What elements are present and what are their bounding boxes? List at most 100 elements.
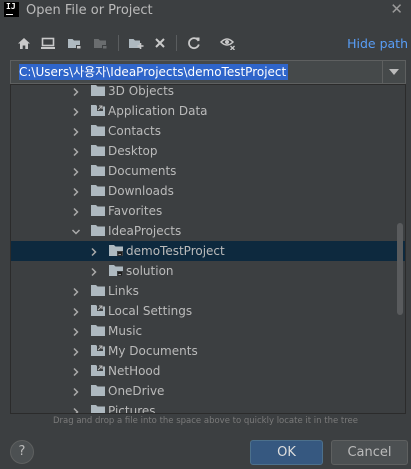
tree-scrollbar[interactable]: [397, 223, 403, 315]
tree-row[interactable]: Documents: [11, 161, 405, 181]
tree-row[interactable]: Pictures: [11, 401, 405, 414]
tree-row[interactable]: Music: [11, 321, 405, 341]
drag-drop-hint: Drag and drop a file into the space abov…: [52, 416, 358, 426]
folder-icon: [91, 205, 105, 216]
tree-row[interactable]: Favorites: [11, 201, 405, 221]
hide-path-link[interactable]: Hide path: [347, 36, 408, 51]
link-folder-icon: [91, 305, 105, 316]
chevron-right-icon[interactable]: [71, 206, 81, 217]
path-input[interactable]: C:\Users\사용자\IdeaProjects\demoTestProjec…: [19, 64, 289, 80]
chevron-right-icon[interactable]: [71, 146, 81, 157]
tree-row[interactable]: demoTestProject: [11, 241, 405, 261]
tree-item-label: Links: [108, 284, 139, 298]
folder-icon: [91, 225, 105, 236]
tree-item-label: Downloads: [108, 184, 174, 198]
tree-item-label: solution: [126, 264, 174, 278]
path-combobox[interactable]: C:\Users\사용자\IdeaProjects\demoTestProjec…: [10, 60, 406, 84]
tree-row[interactable]: Contacts: [11, 121, 405, 141]
chevron-right-icon[interactable]: [71, 106, 81, 117]
tree-row[interactable]: NetHood: [11, 361, 405, 381]
chevron-right-icon[interactable]: [71, 326, 81, 337]
desktop-directory-button[interactable]: [38, 33, 58, 53]
tree-row[interactable]: Desktop: [11, 141, 405, 161]
home-icon: [18, 37, 30, 49]
cancel-button[interactable]: Cancel: [331, 440, 408, 465]
chevron-right-icon[interactable]: [71, 306, 81, 317]
refresh-button[interactable]: [184, 33, 204, 53]
tree-row[interactable]: solution: [11, 261, 405, 281]
toolbar-separator: [118, 35, 119, 51]
folder-icon: [91, 385, 105, 396]
new-folder-icon: [129, 38, 144, 49]
folder-icon: [91, 85, 105, 96]
tree-item-label: Documents: [108, 164, 177, 178]
chevron-right-icon[interactable]: [71, 186, 81, 197]
chevron-right-icon[interactable]: [71, 126, 81, 137]
folder-icon: [91, 325, 105, 336]
tree-item-label: My Documents: [108, 344, 198, 358]
chevron-right-icon[interactable]: [71, 166, 81, 177]
folder-icon: [91, 185, 105, 196]
tree-item-label: OneDrive: [108, 384, 165, 398]
chevron-right-icon[interactable]: [71, 406, 81, 413]
tree-item-label: 3D Objects: [108, 84, 175, 98]
tree-row[interactable]: OneDrive: [11, 381, 405, 401]
delete-button[interactable]: [150, 33, 170, 53]
folder-icon: [91, 285, 105, 296]
chevron-right-icon[interactable]: [71, 346, 81, 357]
project-folder-icon: [67, 38, 81, 49]
tree-row[interactable]: Downloads: [11, 181, 405, 201]
tree-item-label: Music: [108, 324, 143, 338]
path-dropdown-button[interactable]: [382, 61, 405, 83]
tree-row[interactable]: Application Data: [11, 101, 405, 121]
tree-row[interactable]: My Documents: [11, 341, 405, 361]
tree-item-label: demoTestProject: [126, 244, 225, 258]
chevron-right-icon[interactable]: [71, 86, 81, 97]
tree-item-label: Application Data: [108, 104, 208, 118]
chevron-right-icon[interactable]: [89, 266, 99, 277]
tree-row[interactable]: Local Settings: [11, 301, 405, 321]
module-directory-button: [90, 33, 110, 53]
tree-item-label: Pictures: [108, 404, 156, 414]
tree-item-label: Contacts: [108, 124, 161, 138]
project-folder-icon: [109, 245, 123, 256]
desktop-icon: [41, 37, 55, 49]
home-directory-button[interactable]: [14, 33, 34, 53]
hidden-files-eye-icon: [220, 38, 235, 50]
chevron-right-icon[interactable]: [71, 286, 81, 297]
help-button[interactable]: ?: [10, 440, 34, 464]
tree-row[interactable]: Links: [11, 281, 405, 301]
intellij-logo-icon: IJ: [4, 2, 19, 17]
project-directory-button[interactable]: [64, 33, 84, 53]
chevron-down-icon[interactable]: [71, 226, 81, 236]
tree-item-label: Desktop: [108, 144, 158, 158]
show-hidden-files-button[interactable]: [218, 33, 238, 53]
chevron-right-icon[interactable]: [71, 386, 81, 397]
delete-icon: [155, 38, 165, 48]
module-folder-icon: [93, 38, 107, 49]
folder-icon: [91, 125, 105, 136]
link-folder-icon: [91, 345, 105, 356]
refresh-icon: [188, 37, 200, 49]
tree-row[interactable]: IdeaProjects: [11, 221, 405, 241]
ok-button[interactable]: OK: [250, 440, 323, 465]
tree-item-label: NetHood: [108, 364, 161, 378]
chevron-right-icon[interactable]: [89, 246, 99, 257]
link-folder-icon: [91, 365, 105, 376]
toolbar-separator: [176, 35, 177, 51]
tree-item-label: Local Settings: [108, 304, 193, 318]
close-icon[interactable]: ✕: [390, 0, 403, 18]
chevron-right-icon[interactable]: [71, 366, 81, 377]
new-folder-button[interactable]: [126, 33, 146, 53]
tree-item-label: Favorites: [108, 204, 163, 218]
window-title: Open File or Project: [26, 3, 153, 18]
link-folder-icon: [91, 105, 105, 116]
folder-icon: [91, 405, 105, 413]
tree-row[interactable]: 3D Objects: [11, 84, 405, 101]
tree-item-label: IdeaProjects: [108, 224, 182, 238]
folder-icon: [91, 145, 105, 156]
chevron-down-icon: [389, 69, 399, 75]
folder-icon: [91, 165, 105, 176]
project-folder-icon: [109, 265, 123, 276]
file-tree[interactable]: Pictures OneDrive NetHood My Documents Music…: [10, 84, 406, 414]
